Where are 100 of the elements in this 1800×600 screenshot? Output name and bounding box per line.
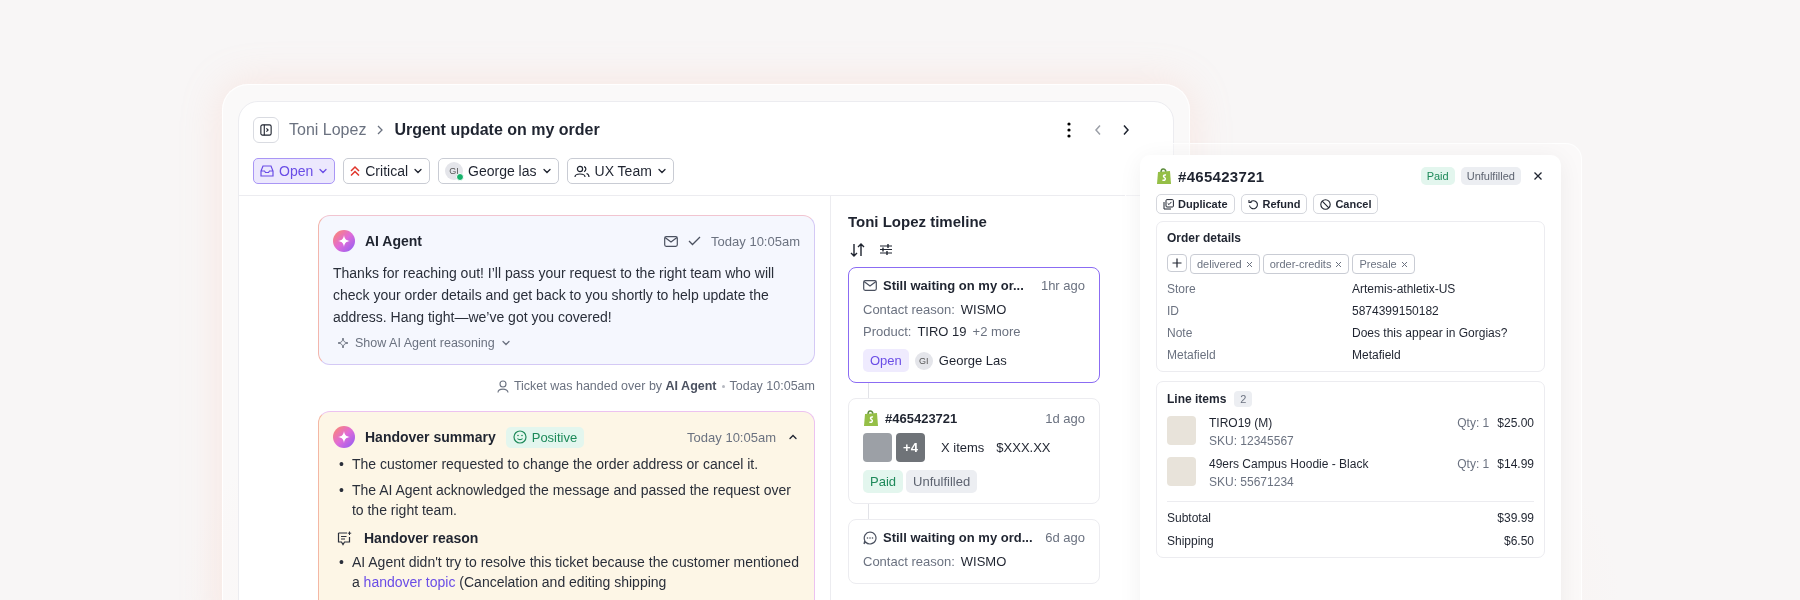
remove-tag-button[interactable] [1335, 260, 1343, 268]
chevron-down-icon [541, 166, 552, 176]
sparkle-avatar-icon [333, 426, 355, 448]
smiley-icon [512, 430, 527, 444]
remove-tag-button[interactable] [1400, 260, 1408, 268]
extra-photos-count: +4 [896, 433, 925, 462]
sentiment-badge: Positive [505, 426, 585, 448]
field-label: Product: [863, 323, 912, 341]
field-value: Metafield [1352, 348, 1402, 362]
inbox-icon [260, 165, 274, 177]
field-label: ID [1167, 304, 1180, 318]
photo-placeholder [1167, 457, 1196, 486]
cancel-button[interactable]: Cancel [1313, 194, 1379, 214]
ticket-subject: Still waiting on my or... [883, 278, 1024, 293]
product-name: TIRO19 (M) [1209, 416, 1274, 430]
summary-time: Today 10:05am [687, 429, 776, 445]
user-icon [496, 379, 509, 393]
line-price: $25.00 [1497, 416, 1534, 430]
field-value: WISMO [960, 301, 1007, 319]
ticket-title: Urgent update on my order [394, 121, 600, 139]
event-time: Today 10:05am [729, 379, 815, 393]
sliders-icon [879, 243, 893, 256]
reason-point: AI Agent didn't try to resolve this ticket because the customer mentioned a handover topic (Cancelation and editing shipping [351, 553, 800, 592]
field-value: Does this appear in Gorgias? [1352, 326, 1509, 340]
field-value: Artemis-athletix-US [1352, 282, 1457, 296]
summary-title: Handover summary [365, 429, 496, 445]
timeline-ticket-card[interactable]: Still waiting on my or... 1hr ago Contact reason: WISMO Product: TIRO 19 +2 more Open GI George Las [848, 267, 1100, 383]
product-sku: SKU: 55671234 [1209, 475, 1295, 489]
reason-title: Handover reason [364, 530, 479, 546]
more-options-button[interactable] [1065, 120, 1073, 140]
breadcrumb-chevron-icon [376, 125, 385, 135]
tag-chip: order-credits [1262, 254, 1350, 274]
remove-tag-button[interactable] [1245, 260, 1253, 268]
timeline-ticket-card[interactable]: Still waiting on my ord... 6d ago Contact reason: WISMO [848, 519, 1100, 584]
handover-topic-link[interactable]: handover topic [363, 574, 456, 590]
chat-note-icon [337, 530, 352, 546]
ticket-subject: Still waiting on my ord... [883, 530, 1033, 545]
close-icon [1335, 260, 1343, 268]
order-status-badge: Paid [1420, 167, 1455, 185]
section-title: Order details [1167, 231, 1242, 245]
more-options-icon [1067, 122, 1071, 138]
undo-icon [1247, 198, 1259, 210]
sparkle-icon [337, 337, 349, 349]
field-label: Store [1167, 282, 1197, 296]
field-value: 5874399150182 [1352, 304, 1440, 318]
chevron-right-icon [1121, 124, 1131, 136]
timeline-order-card[interactable]: #465423721 1d ago +4 X items $XXX.XX Paid Unfulfilled [848, 398, 1100, 504]
check-icon [688, 236, 702, 246]
duplicate-button[interactable]: Duplicate [1156, 194, 1235, 214]
summary-point: The AI Agent acknowledged the message and passed the request over to the right team. [351, 481, 792, 520]
photo-placeholder [1167, 416, 1196, 445]
prohibited-icon [1320, 198, 1332, 210]
add-tag-button[interactable] [1167, 254, 1187, 272]
photo-placeholder [863, 433, 892, 462]
assignee-dropdown[interactable]: GI George las [438, 158, 559, 184]
field-label: Contact reason: [863, 553, 955, 571]
mail-icon [863, 280, 877, 291]
product-sku: SKU: 12345567 [1209, 434, 1295, 448]
shopping-bag-icon [863, 409, 879, 427]
order-total: $XXX.XX [996, 440, 1051, 455]
field-label: Metafield [1167, 348, 1217, 362]
field-value: TIRO 19 [917, 323, 967, 341]
order-number: #465423721 [1178, 167, 1265, 185]
team-dropdown[interactable]: UX Team [566, 158, 674, 184]
field-label: Note [1167, 326, 1194, 340]
close-icon [1533, 171, 1543, 181]
status-dropdown[interactable]: Open [253, 158, 336, 184]
mail-icon [664, 235, 679, 247]
priority-dropdown[interactable]: Critical [343, 158, 431, 184]
quantity: Qty: 1 [1457, 416, 1490, 430]
message-author: AI Agent [365, 233, 423, 249]
assignee-name: George Las [938, 353, 1007, 368]
sidebar-icon [260, 123, 272, 137]
chat-bubble-icon [863, 530, 877, 545]
line-price: $14.99 [1497, 457, 1534, 471]
sidebar-toggle-button[interactable] [253, 117, 279, 143]
order-age: 1d ago [1045, 410, 1085, 426]
breadcrumb-link[interactable]: Toni Lopez [289, 121, 367, 139]
avatar-initials: GI [445, 162, 464, 180]
people-icon [573, 164, 590, 178]
sort-button[interactable] [848, 241, 867, 259]
summary-point: The customer requested to change the order address or cancel it. [351, 455, 759, 474]
sparkle-avatar-icon [333, 230, 355, 252]
chevron-down-icon [500, 338, 511, 348]
tag-chip: Presale [1352, 254, 1415, 274]
chevron-down-icon [318, 166, 329, 176]
chevron-up-icon [788, 432, 798, 442]
tag-chip: delivered [1190, 254, 1260, 274]
show-reasoning-button[interactable]: Show AI Agent reasoning [333, 336, 515, 350]
more-count: +2 more [972, 323, 1021, 341]
ticket-age: 1hr ago [1040, 278, 1085, 293]
bullet-marker: • [339, 455, 344, 474]
product-name: 49ers Campus Hoodie - Black [1209, 457, 1370, 471]
field-label: Contact reason: [863, 301, 955, 319]
total-value: $39.99 [1497, 511, 1534, 525]
sort-icon [850, 243, 865, 257]
chevron-down-icon [656, 166, 667, 176]
item-count-badge: 2 [1234, 391, 1253, 407]
refund-button[interactable]: Refund [1240, 194, 1308, 214]
bullet-marker: • [339, 481, 344, 500]
